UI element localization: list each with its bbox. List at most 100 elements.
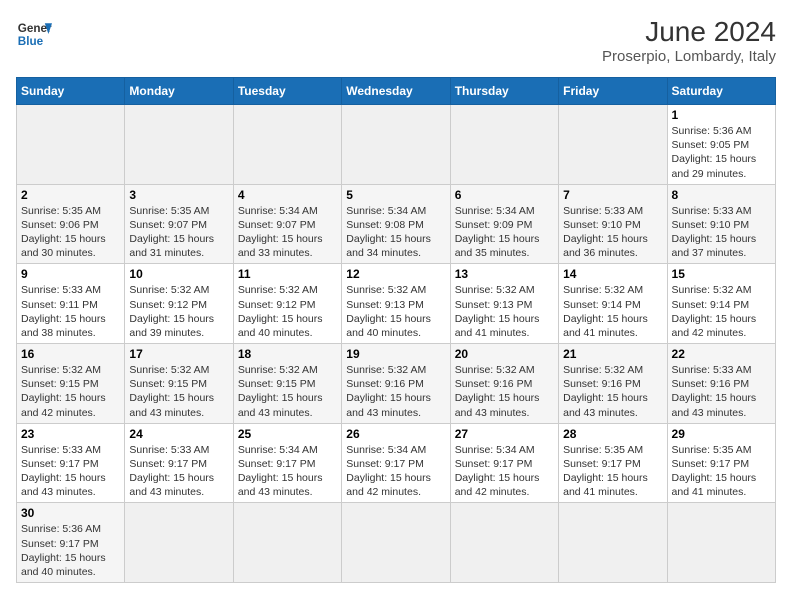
calendar-cell: 26Sunrise: 5:34 AM Sunset: 9:17 PM Dayli…	[342, 423, 450, 503]
day-info: Sunrise: 5:32 AM Sunset: 9:14 PM Dayligh…	[563, 283, 662, 340]
calendar-cell: 19 Sunrise: 5:32 AM Sunset: 9:16 PM Dayli…	[342, 344, 450, 424]
calendar-cell: 7Sunrise: 5:33 AM Sunset: 9:10 PM Daylig…	[559, 184, 667, 264]
calendar-cell: 16 Sunrise: 5:32 AM Sunset: 9:15 PM Dayli…	[17, 344, 125, 424]
days-of-week-row: SundayMondayTuesdayWednesdayThursdayFrid…	[17, 78, 776, 105]
day-number: 12	[346, 267, 445, 281]
day-info: Sunrise: 5:35 AM Sunset: 9:17 PM Dayligh…	[563, 443, 662, 500]
day-info: Sunrise: 5:32 AM Sunset: 9:15 PM Dayligh…	[238, 363, 337, 420]
day-info: Sunrise: 5:32 AM Sunset: 9:12 PM Dayligh…	[238, 283, 337, 340]
day-number: 1	[672, 108, 771, 122]
day-info: Sunrise: 5:35 AM Sunset: 9:06 PM Dayligh…	[21, 204, 120, 261]
day-header-saturday: Saturday	[667, 78, 775, 105]
day-number: 8	[672, 188, 771, 202]
calendar-body: 1Sunrise: 5:36 AM Sunset: 9:05 PM Daylig…	[17, 105, 776, 583]
calendar-cell	[342, 503, 450, 583]
calendar-cell: 8 Sunrise: 5:33 AM Sunset: 9:10 PM Daylig…	[667, 184, 775, 264]
day-number: 7	[563, 188, 662, 202]
calendar-cell: 27Sunrise: 5:34 AM Sunset: 9:17 PM Dayli…	[450, 423, 558, 503]
calendar-cell	[559, 503, 667, 583]
calendar-cell	[125, 503, 233, 583]
calendar-cell	[17, 105, 125, 185]
day-info: Sunrise: 5:34 AM Sunset: 9:17 PM Dayligh…	[238, 443, 337, 500]
day-header-thursday: Thursday	[450, 78, 558, 105]
location-subtitle: Proserpio, Lombardy, Italy	[602, 48, 776, 65]
calendar-cell: 29 Sunrise: 5:35 AM Sunset: 9:17 PM Dayli…	[667, 423, 775, 503]
calendar-cell: 23 Sunrise: 5:33 AM Sunset: 9:17 PM Dayli…	[17, 423, 125, 503]
calendar-cell: 18 Sunrise: 5:32 AM Sunset: 9:15 PM Dayli…	[233, 344, 341, 424]
day-info: Sunrise: 5:35 AM Sunset: 9:07 PM Dayligh…	[129, 204, 228, 261]
day-info: Sunrise: 5:32 AM Sunset: 9:16 PM Dayligh…	[455, 363, 554, 420]
calendar-cell: 6Sunrise: 5:34 AM Sunset: 9:09 PM Daylig…	[450, 184, 558, 264]
day-number: 13	[455, 267, 554, 281]
calendar-cell	[233, 503, 341, 583]
calendar-cell: 21 Sunrise: 5:32 AM Sunset: 9:16 PM Dayli…	[559, 344, 667, 424]
day-number: 18	[238, 347, 337, 361]
day-number: 28	[563, 427, 662, 441]
day-number: 9	[21, 267, 120, 281]
calendar-cell: 24 Sunrise: 5:33 AM Sunset: 9:17 PM Dayli…	[125, 423, 233, 503]
day-number: 25	[238, 427, 337, 441]
day-number: 29	[672, 427, 771, 441]
day-number: 3	[129, 188, 228, 202]
day-info: Sunrise: 5:36 AM Sunset: 9:17 PM Dayligh…	[21, 522, 120, 579]
day-number: 14	[563, 267, 662, 281]
day-info: Sunrise: 5:33 AM Sunset: 9:17 PM Dayligh…	[129, 443, 228, 500]
week-row-4: 16 Sunrise: 5:32 AM Sunset: 9:15 PM Dayli…	[17, 344, 776, 424]
day-number: 16	[21, 347, 120, 361]
calendar-cell	[342, 105, 450, 185]
week-row-5: 23 Sunrise: 5:33 AM Sunset: 9:17 PM Dayli…	[17, 423, 776, 503]
day-number: 20	[455, 347, 554, 361]
calendar-cell	[450, 503, 558, 583]
day-number: 21	[563, 347, 662, 361]
day-info: Sunrise: 5:33 AM Sunset: 9:11 PM Dayligh…	[21, 283, 120, 340]
day-number: 17	[129, 347, 228, 361]
calendar-cell: 20 Sunrise: 5:32 AM Sunset: 9:16 PM Dayli…	[450, 344, 558, 424]
week-row-2: 2 Sunrise: 5:35 AM Sunset: 9:06 PM Daylig…	[17, 184, 776, 264]
day-info: Sunrise: 5:32 AM Sunset: 9:14 PM Dayligh…	[672, 283, 771, 340]
calendar-cell: 17 Sunrise: 5:32 AM Sunset: 9:15 PM Dayli…	[125, 344, 233, 424]
day-header-tuesday: Tuesday	[233, 78, 341, 105]
day-info: Sunrise: 5:32 AM Sunset: 9:15 PM Dayligh…	[129, 363, 228, 420]
day-info: Sunrise: 5:34 AM Sunset: 9:07 PM Dayligh…	[238, 204, 337, 261]
calendar-table: SundayMondayTuesdayWednesdayThursdayFrid…	[16, 77, 776, 583]
week-row-1: 1Sunrise: 5:36 AM Sunset: 9:05 PM Daylig…	[17, 105, 776, 185]
month-year-title: June 2024	[602, 16, 776, 48]
svg-text:Blue: Blue	[18, 35, 44, 48]
day-info: Sunrise: 5:33 AM Sunset: 9:17 PM Dayligh…	[21, 443, 120, 500]
page-header: General Blue June 2024 Proserpio, Lombar…	[16, 16, 776, 65]
calendar-cell: 10Sunrise: 5:32 AM Sunset: 9:12 PM Dayli…	[125, 264, 233, 344]
calendar-cell: 9 Sunrise: 5:33 AM Sunset: 9:11 PM Daylig…	[17, 264, 125, 344]
day-number: 26	[346, 427, 445, 441]
day-info: Sunrise: 5:33 AM Sunset: 9:10 PM Dayligh…	[672, 204, 771, 261]
day-number: 27	[455, 427, 554, 441]
calendar-cell: 15 Sunrise: 5:32 AM Sunset: 9:14 PM Dayli…	[667, 264, 775, 344]
calendar-cell: 22 Sunrise: 5:33 AM Sunset: 9:16 PM Dayli…	[667, 344, 775, 424]
day-number: 15	[672, 267, 771, 281]
day-number: 24	[129, 427, 228, 441]
day-info: Sunrise: 5:32 AM Sunset: 9:16 PM Dayligh…	[563, 363, 662, 420]
calendar-cell: 1Sunrise: 5:36 AM Sunset: 9:05 PM Daylig…	[667, 105, 775, 185]
day-number: 5	[346, 188, 445, 202]
day-info: Sunrise: 5:33 AM Sunset: 9:16 PM Dayligh…	[672, 363, 771, 420]
day-number: 10	[129, 267, 228, 281]
day-header-wednesday: Wednesday	[342, 78, 450, 105]
calendar-header: SundayMondayTuesdayWednesdayThursdayFrid…	[17, 78, 776, 105]
calendar-cell: 4 Sunrise: 5:34 AM Sunset: 9:07 PM Daylig…	[233, 184, 341, 264]
day-number: 11	[238, 267, 337, 281]
calendar-cell: 14 Sunrise: 5:32 AM Sunset: 9:14 PM Dayli…	[559, 264, 667, 344]
calendar-cell: 12Sunrise: 5:32 AM Sunset: 9:13 PM Dayli…	[342, 264, 450, 344]
day-number: 23	[21, 427, 120, 441]
week-row-3: 9 Sunrise: 5:33 AM Sunset: 9:11 PM Daylig…	[17, 264, 776, 344]
day-info: Sunrise: 5:32 AM Sunset: 9:16 PM Dayligh…	[346, 363, 445, 420]
day-number: 19	[346, 347, 445, 361]
day-info: Sunrise: 5:32 AM Sunset: 9:15 PM Dayligh…	[21, 363, 120, 420]
day-number: 6	[455, 188, 554, 202]
day-number: 22	[672, 347, 771, 361]
calendar-cell: 3 Sunrise: 5:35 AM Sunset: 9:07 PM Daylig…	[125, 184, 233, 264]
day-info: Sunrise: 5:32 AM Sunset: 9:13 PM Dayligh…	[455, 283, 554, 340]
day-info: Sunrise: 5:35 AM Sunset: 9:17 PM Dayligh…	[672, 443, 771, 500]
calendar-cell	[559, 105, 667, 185]
day-number: 4	[238, 188, 337, 202]
day-header-sunday: Sunday	[17, 78, 125, 105]
day-number: 2	[21, 188, 120, 202]
